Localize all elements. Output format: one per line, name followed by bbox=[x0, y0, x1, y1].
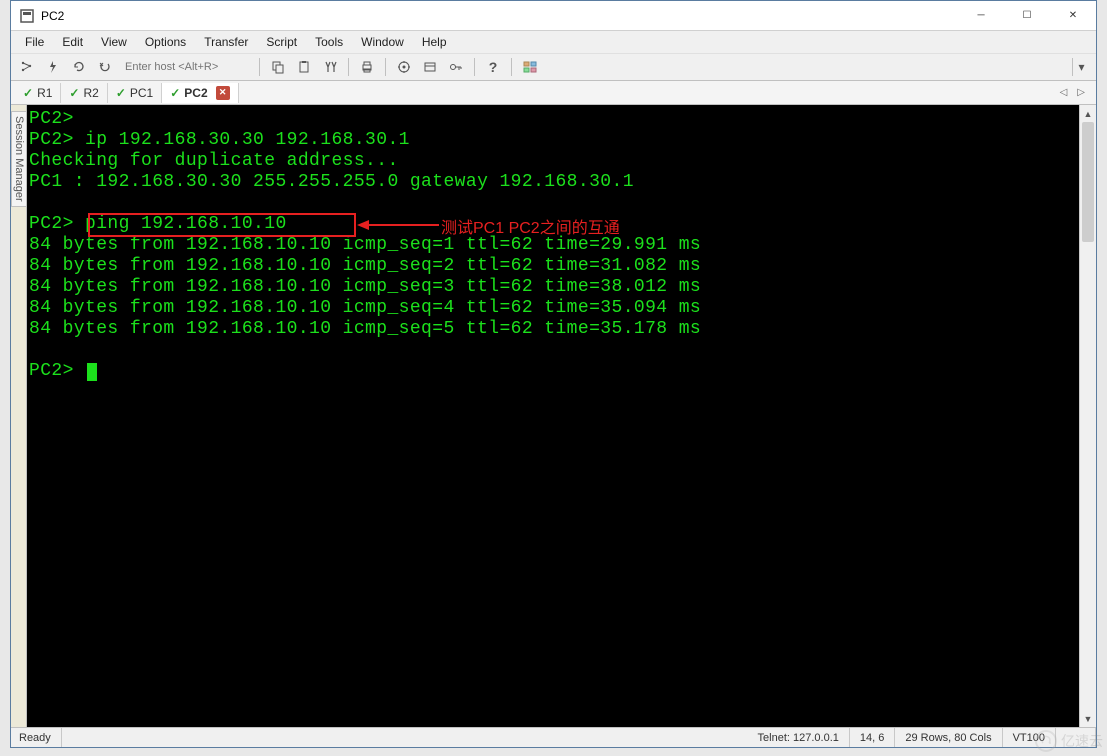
menu-options[interactable]: Options bbox=[137, 33, 194, 51]
watermark-icon bbox=[1035, 730, 1057, 752]
window-controls: ─ ☐ ✕ bbox=[958, 1, 1096, 30]
scroll-up-icon[interactable]: ▲ bbox=[1080, 105, 1096, 122]
watermark-text: 亿速云 bbox=[1061, 731, 1103, 751]
titlebar: PC2 ─ ☐ ✕ bbox=[11, 1, 1096, 31]
scroll-thumb[interactable] bbox=[1082, 122, 1094, 242]
status-cursor-pos: 14, 6 bbox=[850, 728, 895, 747]
tab-pc1[interactable]: ✓ PC1 bbox=[108, 83, 162, 103]
toolbar-quick-connect-icon[interactable] bbox=[43, 57, 63, 77]
tab-next-icon[interactable]: ▷ bbox=[1074, 85, 1088, 100]
toolbar-copy-icon[interactable] bbox=[268, 57, 288, 77]
toolbar-separator bbox=[259, 58, 260, 76]
toolbar-separator bbox=[511, 58, 512, 76]
toolbar-properties-icon[interactable] bbox=[394, 57, 414, 77]
tab-pc2[interactable]: ✓ PC2 ✕ bbox=[162, 83, 238, 103]
statusbar: Ready Telnet: 127.0.0.1 14, 6 29 Rows, 8… bbox=[11, 727, 1096, 747]
tab-label: R1 bbox=[37, 86, 52, 100]
check-icon: ✓ bbox=[23, 86, 33, 100]
check-icon: ✓ bbox=[69, 86, 79, 100]
status-connection: Telnet: 127.0.0.1 bbox=[748, 728, 850, 747]
terminal-pane[interactable]: PC2> PC2> ip 192.168.30.30 192.168.30.1 … bbox=[27, 105, 1096, 727]
vertical-scrollbar[interactable]: ▲ ▼ bbox=[1079, 105, 1096, 727]
toolbar-key-icon[interactable] bbox=[446, 57, 466, 77]
status-ready: Ready bbox=[11, 728, 62, 747]
scroll-down-icon[interactable]: ▼ bbox=[1080, 710, 1096, 727]
toolbar-help-icon[interactable]: ? bbox=[483, 57, 503, 77]
toolbar-separator bbox=[385, 58, 386, 76]
tab-label: PC2 bbox=[184, 86, 207, 100]
watermark: 亿速云 bbox=[1035, 730, 1103, 752]
tab-r1[interactable]: ✓ R1 bbox=[15, 83, 61, 103]
main-area: Session Manager PC2> PC2> ip 192.168.30.… bbox=[11, 105, 1096, 727]
tabbar: ✓ R1 ✓ R2 ✓ PC1 ✓ PC2 ✕ ◁ ▷ bbox=[11, 81, 1096, 105]
toolbar-find-icon[interactable] bbox=[320, 57, 340, 77]
menu-script[interactable]: Script bbox=[258, 33, 305, 51]
annotation-text: 测试PC1 PC2之间的互通 bbox=[441, 214, 620, 238]
close-button[interactable]: ✕ bbox=[1050, 1, 1096, 30]
check-icon: ✓ bbox=[116, 86, 126, 100]
toolbar-options-icon[interactable] bbox=[420, 57, 440, 77]
status-dimensions: 29 Rows, 80 Cols bbox=[895, 728, 1002, 747]
annotation-arrow-line bbox=[369, 224, 439, 226]
app-icon bbox=[19, 8, 35, 24]
sidebar-label: Session Manager bbox=[11, 111, 26, 207]
window-title: PC2 bbox=[41, 9, 958, 23]
toolbar-disconnect-icon[interactable] bbox=[95, 57, 115, 77]
toolbar-dropdown-icon[interactable]: ▾ bbox=[1072, 58, 1090, 76]
toolbar-separator bbox=[474, 58, 475, 76]
host-input[interactable] bbox=[121, 57, 251, 77]
scroll-track[interactable] bbox=[1080, 122, 1096, 710]
toolbar-sessions-icon[interactable] bbox=[520, 57, 540, 77]
minimize-button[interactable]: ─ bbox=[958, 1, 1004, 30]
toolbar: ? ▾ bbox=[11, 53, 1096, 81]
toolbar-separator bbox=[348, 58, 349, 76]
annotation-arrow-icon bbox=[357, 220, 369, 230]
terminal-output: PC2> PC2> ip 192.168.30.30 192.168.30.1 … bbox=[27, 105, 1096, 727]
annotation-box bbox=[88, 213, 356, 237]
toolbar-paste-icon[interactable] bbox=[294, 57, 314, 77]
menu-edit[interactable]: Edit bbox=[54, 33, 91, 51]
check-icon: ✓ bbox=[170, 86, 180, 100]
maximize-button[interactable]: ☐ bbox=[1004, 1, 1050, 30]
tab-label: PC1 bbox=[130, 86, 153, 100]
menu-view[interactable]: View bbox=[93, 33, 135, 51]
toolbar-reconnect-icon[interactable] bbox=[69, 57, 89, 77]
menu-transfer[interactable]: Transfer bbox=[196, 33, 256, 51]
menu-help[interactable]: Help bbox=[414, 33, 455, 51]
tab-close-icon[interactable]: ✕ bbox=[216, 86, 230, 100]
tab-r2[interactable]: ✓ R2 bbox=[61, 83, 107, 103]
toolbar-tree-icon[interactable] bbox=[17, 57, 37, 77]
menubar: File Edit View Options Transfer Script T… bbox=[11, 31, 1096, 53]
menu-window[interactable]: Window bbox=[353, 33, 412, 51]
session-manager-sidebar[interactable]: Session Manager bbox=[11, 105, 27, 727]
toolbar-print-icon[interactable] bbox=[357, 57, 377, 77]
tab-label: R2 bbox=[83, 86, 98, 100]
app-window: PC2 ─ ☐ ✕ File Edit View Options Transfe… bbox=[10, 0, 1097, 748]
tab-prev-icon[interactable]: ◁ bbox=[1057, 85, 1071, 100]
menu-file[interactable]: File bbox=[17, 33, 52, 51]
tab-nav: ◁ ▷ bbox=[1057, 85, 1092, 100]
menu-tools[interactable]: Tools bbox=[307, 33, 351, 51]
